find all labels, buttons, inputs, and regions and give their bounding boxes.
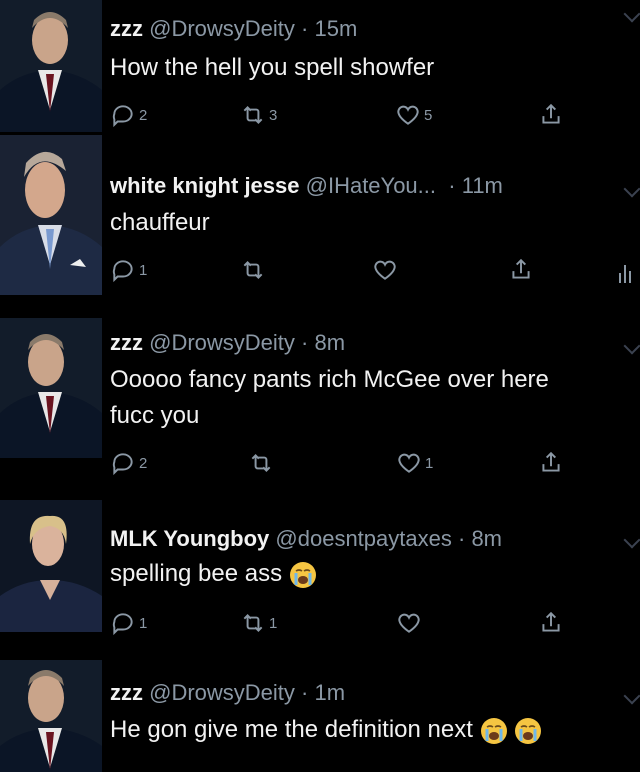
share-icon [542, 611, 560, 632]
avatar[interactable] [0, 135, 102, 295]
reply-icon [112, 613, 133, 636]
share-icon [542, 451, 560, 472]
heart-icon [398, 613, 420, 633]
reply-count: 2 [139, 106, 148, 124]
more-options-chevron-icon[interactable] [623, 5, 640, 23]
like-button[interactable]: 5 [395, 102, 432, 128]
reply-icon [112, 260, 133, 283]
share-button[interactable] [538, 450, 564, 476]
display-name[interactable]: MLK Youngboy [110, 526, 269, 551]
user-handle[interactable]: @DrowsyDeity [149, 16, 295, 41]
tweet-text: He gon give me the definition next [110, 714, 542, 746]
avatar[interactable] [0, 660, 102, 772]
reply-count: 1 [139, 261, 148, 279]
action-bar: 2 3 5 [110, 102, 580, 134]
separator-dot: · [301, 330, 309, 355]
timestamp[interactable]: 11m [462, 173, 503, 198]
reply-button[interactable]: 2 [110, 102, 147, 128]
retweet-icon [251, 454, 271, 472]
reply-icon [112, 453, 133, 476]
tweet-text: How the hell you spell showfer [110, 54, 435, 81]
display-name[interactable]: white knight jesse [110, 173, 300, 198]
tweet[interactable]: zzz @DrowsyDeity · 1m He gon give me the… [0, 660, 640, 772]
timestamp[interactable]: 8m [471, 526, 502, 551]
avatar[interactable] [0, 318, 102, 458]
reply-icon [112, 105, 133, 128]
like-count: 5 [424, 106, 433, 124]
tweet-thread: zzz @DrowsyDeity · 15m How the hell you … [0, 0, 640, 772]
display-name[interactable]: zzz [110, 680, 143, 705]
heart-icon [397, 105, 419, 125]
avatar[interactable] [0, 0, 102, 132]
retweet-icon [243, 614, 263, 632]
tweet[interactable]: MLK Youngboy @doesntpaytaxes · 8m spelli… [0, 500, 640, 660]
separator-dot: · [301, 680, 309, 705]
reply-button[interactable]: 2 [110, 450, 147, 476]
like-count: 1 [425, 454, 434, 472]
action-bar: 1 [110, 257, 580, 289]
separator-dot: · [442, 173, 456, 198]
reply-count: 2 [139, 454, 148, 472]
tweet-text-content: spelling bee ass [110, 560, 283, 587]
retweet-count: 3 [269, 106, 278, 124]
retweet-icon [243, 106, 263, 124]
retweet-button[interactable] [248, 450, 274, 476]
separator-dot: · [301, 16, 309, 41]
user-handle[interactable]: @DrowsyDeity [149, 680, 295, 705]
more-options-chevron-icon[interactable] [623, 531, 640, 549]
like-button[interactable]: 1 [396, 450, 433, 476]
reply-button[interactable]: 1 [110, 257, 147, 283]
tweet[interactable]: zzz @DrowsyDeity · 8m Ooooo fancy pants … [0, 318, 640, 498]
tweet-text: Ooooo fancy pants rich McGee over here [110, 366, 549, 393]
heart-icon [374, 260, 396, 280]
timestamp[interactable]: 15m [315, 16, 358, 41]
share-button[interactable] [538, 610, 564, 636]
more-options-chevron-icon[interactable] [623, 180, 640, 198]
share-button[interactable] [538, 102, 564, 128]
share-button[interactable] [508, 257, 534, 283]
timestamp[interactable]: 8m [315, 330, 346, 355]
retweet-icon [243, 261, 263, 279]
user-handle[interactable]: @IHateYou... [306, 173, 436, 198]
like-button[interactable] [396, 610, 422, 636]
reply-button[interactable]: 1 [110, 610, 147, 636]
display-name[interactable]: zzz [110, 16, 143, 41]
display-name[interactable]: zzz [110, 330, 143, 355]
loudly-crying-face-emoji [480, 717, 507, 744]
tweet-text: spelling bee ass [110, 558, 317, 590]
share-icon [542, 103, 560, 124]
more-options-chevron-icon[interactable] [623, 337, 640, 355]
tweet-text-content: He gon give me the definition next [110, 716, 473, 743]
separator-dot: · [457, 526, 466, 551]
tweet-text-line-2: fucc you [110, 402, 200, 429]
reply-count: 1 [139, 614, 148, 632]
user-handle[interactable]: @DrowsyDeity [149, 330, 295, 355]
loudly-crying-face-emoji [289, 561, 316, 588]
user-handle[interactable]: @doesntpaytaxes [275, 526, 451, 551]
action-bar: 2 1 [110, 450, 580, 482]
retweet-button[interactable]: 1 [240, 610, 277, 636]
share-icon [512, 258, 530, 279]
more-options-chevron-icon[interactable] [623, 687, 640, 705]
loudly-crying-face-emoji [515, 717, 542, 744]
timestamp[interactable]: 1m [315, 680, 346, 705]
like-button[interactable] [372, 257, 398, 283]
heart-icon [398, 453, 420, 473]
retweet-button[interactable] [240, 257, 266, 283]
tweet[interactable]: white knight jesse @IHateYou... · 11m ch… [0, 135, 640, 305]
retweet-button[interactable]: 3 [240, 102, 277, 128]
tweet[interactable]: zzz @DrowsyDeity · 15m How the hell you … [0, 0, 640, 148]
analytics-icon[interactable] [618, 263, 632, 283]
action-bar: 1 1 [110, 610, 580, 642]
retweet-count: 1 [269, 614, 278, 632]
tweet-text: chauffeur [110, 209, 210, 236]
avatar[interactable] [0, 500, 102, 632]
